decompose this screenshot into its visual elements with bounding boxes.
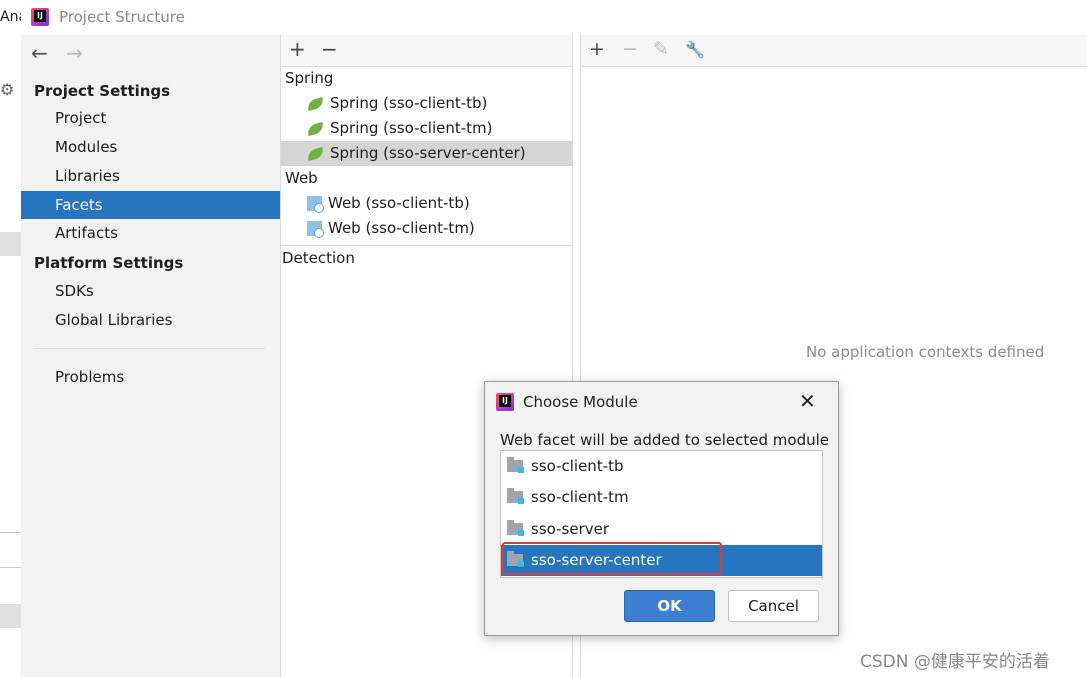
title-bar: Project Structure [21, 0, 1087, 35]
module-item[interactable]: sso-client-tm [501, 482, 822, 513]
module-item[interactable]: sso-client-tb [501, 451, 822, 482]
forward-arrow-icon[interactable]: → [66, 41, 83, 65]
background-band [0, 232, 21, 256]
window-title: Project Structure [59, 8, 185, 26]
intellij-logo-icon [496, 393, 514, 411]
module-label: sso-client-tm [531, 488, 629, 506]
facet-label: Spring (sso-server-center) [330, 144, 526, 162]
background-divider [0, 567, 21, 568]
ok-button[interactable]: OK [624, 590, 715, 622]
highlight-annotation-box [502, 542, 722, 575]
module-folder-icon [507, 520, 524, 536]
module-item[interactable]: sso-server [501, 514, 822, 545]
group-web[interactable]: Web [285, 169, 318, 187]
list-divider [281, 245, 572, 246]
module-folder-icon [507, 488, 524, 504]
empty-state-message: No application contexts defined [806, 343, 1045, 361]
facets-toolbar: + − [281, 35, 572, 67]
nav-item-modules[interactable]: Modules [21, 133, 280, 161]
facet-label: Spring (sso-client-tb) [330, 94, 488, 112]
spring-leaf-icon [305, 146, 326, 161]
settings-nav: ← → Project Settings Project Modules Lib… [21, 35, 281, 677]
group-spring[interactable]: Spring [285, 69, 333, 87]
add-context-button[interactable]: + [589, 38, 605, 60]
choose-module-dialog: Choose Module ✕ Web facet will be added … [484, 381, 839, 636]
remove-facet-button[interactable]: − [321, 37, 338, 61]
cancel-button[interactable]: Cancel [728, 590, 819, 622]
nav-item-project[interactable]: Project [21, 104, 280, 132]
platform-settings-header: Platform Settings [34, 254, 184, 272]
facet-row-selected[interactable]: Spring (sso-server-center) [281, 141, 572, 166]
nav-item-facets[interactable]: Facets [21, 191, 280, 219]
spring-leaf-icon [305, 96, 326, 111]
details-toolbar: + − ✎ 🔧 [581, 35, 1087, 67]
nav-item-problems[interactable]: Problems [21, 363, 280, 391]
spring-leaf-icon [305, 121, 326, 136]
nav-item-sdks[interactable]: SDKs [21, 277, 280, 305]
nav-separator [34, 348, 265, 349]
gear-icon: ⚙ [0, 80, 15, 99]
module-list[interactable]: sso-client-tb sso-client-tm sso-server s… [500, 450, 823, 578]
web-facet-icon [307, 221, 324, 238]
nav-item-artifacts[interactable]: Artifacts [21, 219, 280, 247]
facet-label: Spring (sso-client-tm) [330, 119, 493, 137]
facet-row[interactable]: Web (sso-client-tb) [281, 191, 572, 216]
module-label: sso-server [531, 520, 609, 538]
dialog-title: Choose Module [523, 393, 638, 411]
detection-item[interactable]: Detection [282, 249, 355, 267]
facet-row[interactable]: Spring (sso-client-tb) [281, 91, 572, 116]
intellij-logo-icon [31, 8, 49, 26]
background-ide-edge: Ana ⚙ [0, 0, 27, 677]
module-label: sso-client-tb [531, 457, 624, 475]
back-arrow-icon[interactable]: ← [31, 41, 48, 65]
watermark: CSDN @健康平安的活着 [860, 652, 1050, 672]
project-settings-header: Project Settings [34, 82, 171, 100]
module-folder-icon [507, 457, 524, 473]
web-facet-icon [307, 196, 324, 213]
background-band [0, 604, 21, 628]
nav-item-libraries[interactable]: Libraries [21, 162, 280, 190]
edit-pencil-icon[interactable]: ✎ [653, 38, 669, 60]
nav-item-global-libraries[interactable]: Global Libraries [21, 306, 280, 334]
background-divider [0, 532, 21, 533]
dialog-instruction: Web facet will be added to selected modu… [500, 431, 830, 449]
close-icon[interactable]: ✕ [799, 389, 816, 413]
remove-context-button[interactable]: − [622, 38, 638, 60]
add-facet-button[interactable]: + [289, 37, 306, 61]
facet-row[interactable]: Spring (sso-client-tm) [281, 116, 572, 141]
facet-label: Web (sso-client-tb) [328, 194, 470, 212]
wrench-settings-icon[interactable]: 🔧 [685, 40, 705, 59]
facet-label: Web (sso-client-tm) [328, 219, 475, 237]
facet-row[interactable]: Web (sso-client-tm) [281, 216, 572, 241]
nav-arrows: ← → [31, 41, 95, 65]
